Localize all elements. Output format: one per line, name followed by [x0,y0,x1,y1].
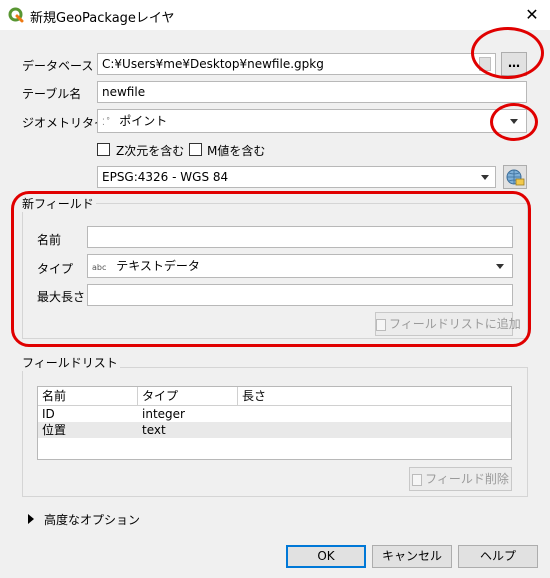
remove-field-icon [412,473,423,486]
table-row[interactable]: ID integer [38,406,511,422]
geometry-type-value: ポイント [119,114,168,128]
m-values-label: M値を含む [207,144,266,158]
column-header-type[interactable]: タイプ [138,387,238,405]
annotation-circle-browse [471,27,544,79]
table-name-input[interactable]: newfile [97,81,527,103]
qgis-logo-icon [8,7,24,23]
row-name-cell: ID [42,407,55,421]
row-name-cell: 位置 [42,423,67,437]
row-type-cell: text [142,423,166,437]
title-bar: 新規GeoPackageレイヤ ✕ [0,0,550,30]
remove-field-label: フィールド削除 [425,472,509,486]
annotation-circle-geometry-dropdown [490,103,538,141]
advanced-options-toggle[interactable]: 高度なオプション [44,511,140,528]
database-label: データベース [22,59,94,73]
field-list-table[interactable]: 名前 タイプ 長さ ID integer 位置 text [37,386,512,460]
table-name-label: テーブル名 [22,87,82,101]
window-title: 新規GeoPackageレイヤ [30,11,175,26]
remove-field-button[interactable]: フィールド削除 [409,467,512,491]
z-dimension-label: Z次元を含む [116,144,185,158]
crs-value: EPSG:4326 - WGS 84 [102,170,229,184]
m-values-checkbox[interactable] [189,143,202,156]
annotation-box-new-field [11,191,531,347]
database-path-value: C:¥Users¥me¥Desktop¥newfile.gpkg [102,57,324,71]
crs-select[interactable]: EPSG:4326 - WGS 84 [97,166,496,188]
expand-arrow-icon[interactable] [28,514,34,524]
z-dimension-checkbox[interactable] [97,143,110,156]
globe-icon [506,169,525,186]
row-type-cell: integer [142,407,185,421]
field-list-header: 名前 タイプ 長さ [38,387,511,406]
table-row[interactable]: 位置 text [38,422,511,438]
help-button[interactable]: ヘルプ [458,545,538,568]
ok-button[interactable]: OK [286,545,366,568]
point-geometry-icon: ⁚˚ [102,118,112,128]
field-list-group-title: フィールドリスト [22,354,120,371]
crs-selector-button[interactable] [503,165,527,189]
database-path-field[interactable]: C:¥Users¥me¥Desktop¥newfile.gpkg [97,53,496,75]
cancel-button[interactable]: キャンセル [372,545,452,568]
geometry-type-select[interactable]: ⁚˚ ポイント [97,109,527,133]
column-header-length[interactable]: 長さ [238,387,338,405]
column-header-name[interactable]: 名前 [38,387,138,405]
chevron-down-icon [481,175,489,180]
close-button[interactable]: ✕ [520,4,544,26]
